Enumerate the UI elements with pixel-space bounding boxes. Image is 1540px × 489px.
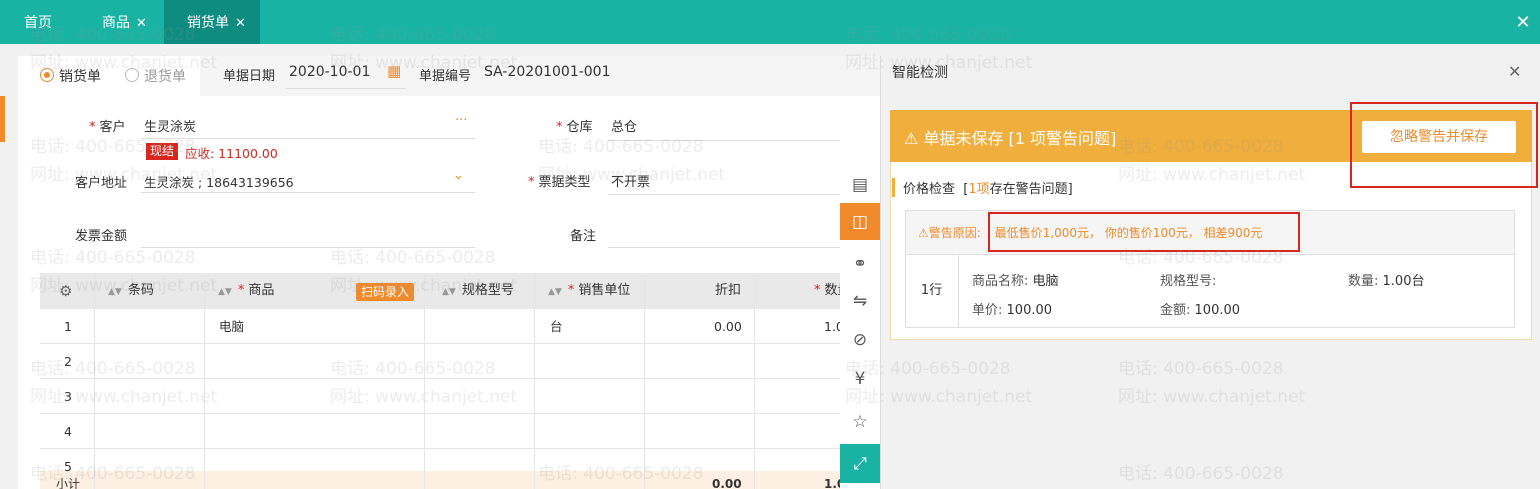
- address-underline: [141, 192, 475, 193]
- warehouse-underline: [608, 140, 840, 141]
- row-unit[interactable]: 台: [550, 309, 563, 344]
- window-close-icon[interactable]: ✕: [1506, 0, 1540, 44]
- side-toolbar: ▤ ◫ ⚭ ⇋ ⊘ ¥ ☆ ⤢: [840, 166, 880, 489]
- address-select[interactable]: 生灵涂炭 ; 18643139656: [144, 172, 294, 191]
- customer-underline: [141, 138, 475, 139]
- warning-small-icon: ⚠: [918, 226, 929, 240]
- table-row[interactable]: 2: [40, 344, 842, 379]
- table-row[interactable]: 3: [40, 379, 842, 414]
- address-label: 客户地址: [75, 176, 128, 191]
- warehouse-input[interactable]: 总仓: [611, 116, 637, 135]
- date-underline: [286, 88, 406, 89]
- chevron-down-icon[interactable]: ⌄: [453, 168, 464, 183]
- scan-entry-button[interactable]: 扫码录入: [356, 283, 415, 301]
- panel-title: 智能检测: [892, 65, 948, 81]
- radio-sale-order[interactable]: [40, 68, 54, 82]
- grid-divider: [534, 273, 535, 489]
- highlight-box-reason: [988, 212, 1300, 252]
- col-product[interactable]: ▲▼ * 商品: [218, 273, 274, 309]
- top-tab-bar: 首页 商品 ✕ 销货单 ✕ ✕: [0, 0, 1540, 44]
- detail-amount: 金额: 100.00: [1160, 303, 1241, 318]
- row-number: 2: [64, 354, 72, 369]
- customer-label: * 客户: [89, 120, 126, 135]
- price-check-title: 价格检查 [1项存在警告问题]: [892, 178, 1073, 197]
- document-icon[interactable]: ▤: [840, 166, 880, 203]
- customer-more-icon[interactable]: ···: [455, 113, 467, 128]
- grid-header: ⚙ ▲▼ 条码 ▲▼ * 商品 ▲▼ 规格型号 ▲▼ * 销售单位 折扣 * 数量: [40, 273, 851, 309]
- customer-input[interactable]: 生灵涂炭: [144, 116, 196, 135]
- tab-home[interactable]: 首页: [24, 0, 52, 44]
- row-number: 3: [64, 389, 72, 404]
- grid-divider: [644, 273, 645, 489]
- col-unit[interactable]: ▲▼ * 销售单位: [548, 273, 630, 309]
- detail-qty: 数量: 1.00台: [1348, 274, 1425, 289]
- col-spec[interactable]: ▲▼ 规格型号: [442, 273, 514, 309]
- invoice-amount-label: 发票金额: [75, 229, 128, 244]
- code-value: SA-20201001-001: [484, 64, 611, 80]
- radio-return-order[interactable]: [125, 68, 139, 82]
- date-label: 单据日期: [223, 69, 276, 84]
- settle-badge: 现结: [146, 143, 179, 160]
- star-icon[interactable]: ☆: [840, 403, 880, 440]
- grid-divider: [204, 273, 205, 489]
- grid-divider: [754, 273, 755, 489]
- invoice-type-label: * 票据类型: [528, 175, 591, 190]
- col-barcode[interactable]: ▲▼ 条码: [108, 273, 154, 309]
- grid-settings-gear-icon[interactable]: ⚙: [59, 273, 72, 309]
- invoice-amount-input[interactable]: [141, 247, 475, 248]
- invoice-type-underline: [608, 194, 840, 195]
- radio-sale-label: 销货单: [59, 69, 101, 85]
- remark-input[interactable]: [608, 247, 840, 248]
- owe-icon[interactable]: ⊘: [840, 321, 880, 358]
- exchange-icon[interactable]: ⇋: [840, 282, 880, 319]
- table-row[interactable]: 1 电脑 台 0.00 1.00: [40, 309, 852, 344]
- subtotal-label: 小计: [56, 477, 81, 489]
- panel-close-icon[interactable]: ✕: [1508, 62, 1521, 81]
- yen-icon[interactable]: ¥: [840, 360, 880, 397]
- warning-title: ⚠ 单据未保存 [1 项警告问题]: [904, 129, 1117, 148]
- table-row[interactable]: 4: [40, 414, 842, 449]
- calendar-icon[interactable]: ▦: [387, 62, 401, 80]
- detail-name: 商品名称: 电脑: [972, 274, 1059, 289]
- warehouse-label: * 仓库: [556, 120, 593, 135]
- row-number: 1: [64, 319, 72, 334]
- close-icon[interactable]: ✕: [136, 16, 147, 31]
- col-discount[interactable]: 折扣: [715, 273, 741, 309]
- subtotal-row: 小计 0.00 1.00: [40, 471, 854, 489]
- tab-products[interactable]: 商品 ✕: [102, 0, 147, 44]
- close-icon[interactable]: ✕: [235, 16, 246, 31]
- grid-divider: [94, 273, 95, 489]
- date-input[interactable]: 2020-10-01: [289, 64, 370, 80]
- expand-icon[interactable]: ⤢: [840, 444, 880, 483]
- remark-label: 备注: [570, 229, 597, 244]
- code-label: 单据编号: [419, 69, 472, 84]
- invoice-type-select[interactable]: 不开票: [611, 171, 650, 190]
- row-number: 4: [64, 424, 72, 439]
- link-icon[interactable]: ⚭: [840, 245, 880, 282]
- tab-sales-order[interactable]: 销货单 ✕: [164, 0, 260, 44]
- left-accent-bar: [0, 96, 5, 142]
- radio-return-label: 退货单: [144, 69, 186, 85]
- chart-icon[interactable]: ◫: [840, 203, 880, 240]
- detail-price: 单价: 100.00: [972, 303, 1053, 318]
- receivable-amount: 应收: 11100.00: [185, 146, 278, 161]
- row-discount[interactable]: 0.00: [714, 309, 742, 344]
- highlight-box-button: [1350, 102, 1538, 188]
- warning-triangle-icon: ⚠: [904, 129, 924, 148]
- subtotal-discount: 0.00: [712, 477, 742, 489]
- row-product[interactable]: 电脑: [219, 309, 244, 344]
- detail-row-number: 1行: [905, 254, 959, 328]
- grid-divider: [424, 273, 425, 489]
- detail-spec: 规格型号:: [1160, 274, 1217, 289]
